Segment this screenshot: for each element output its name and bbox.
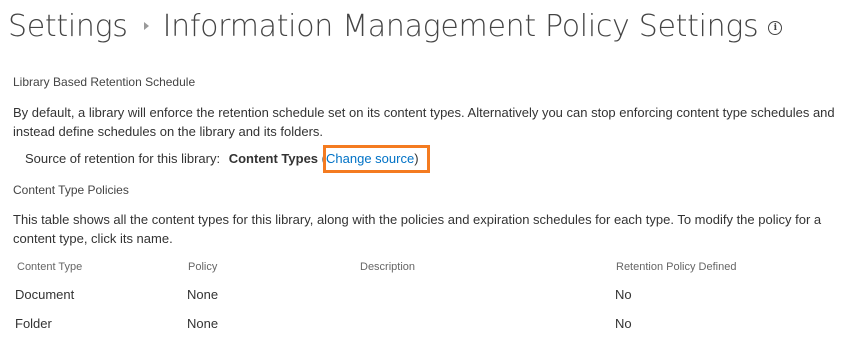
retention-source-value: Content Types <box>228 151 319 166</box>
policy-cell: None <box>187 287 219 302</box>
content-type-link-folder[interactable]: Folder <box>15 316 52 331</box>
content-type-policies-heading: Content Type Policies <box>13 183 129 197</box>
content-type-link-document[interactable]: Document <box>15 287 74 302</box>
page-title: Information Management Policy Settings <box>162 8 759 44</box>
retention-defined-cell: No <box>615 287 632 302</box>
change-source-highlight <box>323 145 430 173</box>
content-type-policies-description: This table shows all the content types f… <box>13 212 822 246</box>
retention-description: By default, a library will enforce the r… <box>13 105 835 139</box>
info-icon[interactable]: i <box>768 20 783 35</box>
retention-source-label: Source of retention for this library: <box>25 151 221 166</box>
retention-defined-cell: No <box>615 316 632 331</box>
policy-cell: None <box>187 316 219 331</box>
breadcrumb-settings[interactable]: Settings <box>8 9 128 44</box>
column-header-retention-policy-defined: Retention Policy Defined <box>616 261 737 273</box>
column-header-description: Description <box>360 261 416 273</box>
page-header: Settings Information Management Policy S… <box>8 4 783 48</box>
column-header-content-type: Content Type <box>17 261 83 273</box>
retention-section-heading: Library Based Retention Schedule <box>13 75 196 89</box>
breadcrumb-separator-icon <box>143 22 149 30</box>
column-header-policy: Policy <box>188 261 218 273</box>
